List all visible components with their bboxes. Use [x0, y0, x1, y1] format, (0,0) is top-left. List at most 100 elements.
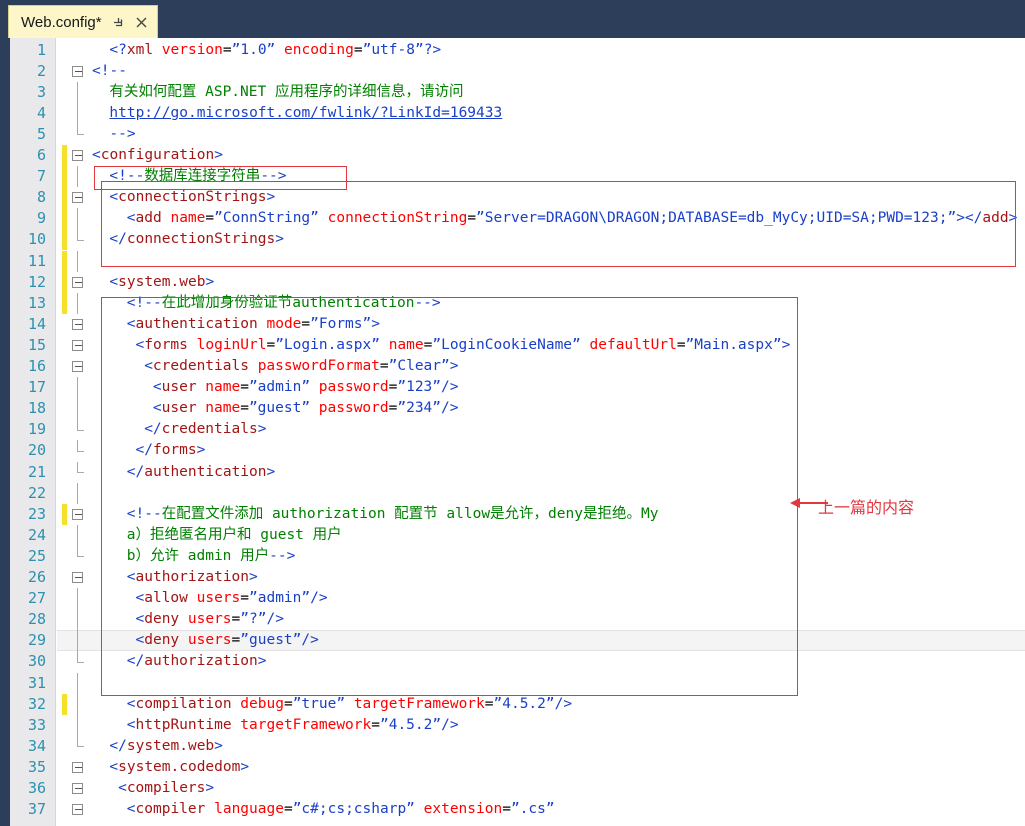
- code-line[interactable]: 25 b）允许 admin 用户-->: [0, 545, 1025, 567]
- code-line[interactable]: 34 </system.web>: [0, 735, 1025, 757]
- fold-collapse-icon[interactable]: [72, 318, 83, 330]
- code-line[interactable]: 14 <authentication mode=”Forms”>: [0, 314, 1025, 335]
- code-token: <?: [109, 41, 127, 58]
- fold-guide-line: [77, 81, 78, 103]
- code-line[interactable]: 35 <system.codedom>: [0, 757, 1025, 778]
- code-text: </connectionStrings>: [109, 229, 284, 250]
- code-line[interactable]: 7 <!--数据库连接字符串-->: [0, 166, 1025, 188]
- code-line[interactable]: 36 <compilers>: [0, 778, 1025, 799]
- line-number: 33: [27, 715, 46, 734]
- fold-collapse-icon[interactable]: [72, 761, 83, 773]
- code-line[interactable]: 17 <user name=”admin” password=”123”/>: [0, 377, 1025, 399]
- code-line[interactable]: 9 <add name=”ConnString” connectionString…: [0, 208, 1025, 230]
- fold-collapse-icon[interactable]: [72, 65, 83, 77]
- code-token: />: [441, 716, 459, 733]
- code-token: defaultUrl: [589, 336, 677, 353]
- code-text: a）拒绝匿名用户和 guest 用户: [127, 525, 342, 546]
- code-token: >: [214, 737, 223, 754]
- line-number: 23: [27, 504, 46, 523]
- code-line[interactable]: 1 <?xml version=”1.0” encoding=”utf-8”?>: [0, 40, 1025, 61]
- fold-collapse-icon[interactable]: [72, 361, 83, 372]
- code-token: </: [144, 421, 162, 438]
- code-token: />: [441, 400, 459, 417]
- code-line[interactable]: 10 </connectionStrings>: [0, 229, 1025, 251]
- code-text: <!--: [92, 61, 127, 82]
- line-number: 2: [36, 61, 46, 80]
- code-line[interactable]: 3 有关如何配置 ASP.NET 应用程序的详细信息，请访问: [0, 81, 1025, 103]
- code-line[interactable]: 4 http://go.microsoft.com/fwlink/?LinkId=…: [0, 102, 1025, 124]
- fold-end-tick: [77, 472, 84, 474]
- code-line[interactable]: 37 <compiler language=”c#;cs;csharp” exte…: [0, 799, 1025, 820]
- fold-collapse-icon[interactable]: [72, 783, 83, 794]
- code-line[interactable]: 16 <credentials passwordFormat=”Clear”>: [0, 356, 1025, 377]
- line-number: 27: [27, 589, 46, 608]
- code-token: -->: [414, 294, 441, 311]
- code-token: httpRuntime: [135, 716, 232, 733]
- fold-guide-line: [77, 377, 78, 399]
- fold-collapse-icon[interactable]: [72, 804, 83, 816]
- code-token: ”4.5.2”: [379, 716, 442, 733]
- code-line[interactable]: 13 <!--在此增加身份验证节authentication-->: [0, 292, 1025, 314]
- code-token: -->: [109, 125, 136, 142]
- code-line[interactable]: 29 <deny users=”guest”/>: [0, 630, 1025, 652]
- code-line[interactable]: 30 </authorization>: [0, 651, 1025, 672]
- code-token: <!--: [109, 168, 145, 185]
- line-number: 8: [36, 188, 46, 207]
- code-line[interactable]: 20 </forms>: [0, 440, 1025, 461]
- fold-collapse-icon[interactable]: [72, 150, 83, 161]
- code-token: =: [353, 41, 363, 58]
- fold-end-tick: [77, 746, 84, 748]
- unsaved-change-indicator: [62, 166, 67, 188]
- code-line[interactable]: 32 <compilation debug=”true” targetFramew…: [0, 693, 1025, 715]
- code-token: =: [283, 801, 293, 818]
- code-token: <: [109, 189, 119, 206]
- code-line[interactable]: 15 <forms loginUrl=”Login.aspx” name=”Log…: [0, 335, 1025, 356]
- line-number: 31: [27, 673, 46, 692]
- code-token: <: [126, 569, 136, 585]
- fold-guide-line: [77, 545, 78, 557]
- code-token: allow: [144, 590, 188, 607]
- code-line[interactable]: 11: [0, 250, 1025, 272]
- code-line[interactable]: 19 </credentials>: [0, 419, 1025, 440]
- code-line[interactable]: 8 <connectionStrings>: [0, 187, 1025, 209]
- code-line[interactable]: 27 <allow users=”admin”/>: [0, 588, 1025, 610]
- code-token: name: [205, 400, 241, 417]
- code-line[interactable]: 12 <system.web>: [0, 271, 1025, 293]
- fold-collapse-icon[interactable]: [72, 572, 83, 583]
- code-line[interactable]: 6 <configuration>: [0, 145, 1025, 167]
- fold-guide-line: [77, 735, 78, 747]
- code-line[interactable]: 24 a）拒绝匿名用户和 guest 用户: [0, 524, 1025, 546]
- code-line[interactable]: 26 <authorization>: [0, 567, 1025, 588]
- code-line[interactable]: 21 </authentication>: [0, 461, 1025, 483]
- code-line[interactable]: 28 <deny users=”?”/>: [0, 609, 1025, 631]
- code-text: <deny users=”guest”/>: [136, 630, 319, 651]
- fold-collapse-icon[interactable]: [72, 276, 83, 288]
- code-line[interactable]: 5 -->: [0, 123, 1025, 145]
- fold-end-tick: [77, 556, 84, 558]
- code-token: system.codedom: [118, 758, 241, 775]
- code-area[interactable]: 1 <?xml version=”1.0” encoding=”utf-8”?> 2…: [0, 0, 1025, 826]
- fold-guide-line: [77, 440, 78, 451]
- line-number: 14: [27, 314, 46, 333]
- code-line[interactable]: 33 <httpRuntime targetFramework=”4.5.2”/>: [0, 714, 1025, 736]
- code-line[interactable]: 2 <!--: [0, 61, 1025, 82]
- unsaved-change-indicator: [62, 250, 67, 272]
- code-text: <authorization>: [127, 567, 258, 588]
- fold-end-tick: [77, 450, 84, 452]
- fold-end-tick: [77, 429, 84, 431]
- fold-guide-line: [77, 461, 78, 473]
- code-token: targetFramework: [353, 695, 485, 712]
- code-line[interactable]: 31: [0, 672, 1025, 694]
- fold-guide-line: [77, 123, 78, 135]
- fold-collapse-icon[interactable]: [72, 508, 83, 520]
- code-token: =: [240, 590, 250, 607]
- fold-collapse-icon[interactable]: [72, 339, 83, 351]
- code-line[interactable]: 18 <user name=”guest” password=”234”/>: [0, 398, 1025, 420]
- fold-collapse-icon[interactable]: [72, 192, 83, 204]
- code-token: mode: [266, 315, 302, 332]
- fold-guide-line: [77, 609, 78, 631]
- line-number: 37: [27, 800, 46, 819]
